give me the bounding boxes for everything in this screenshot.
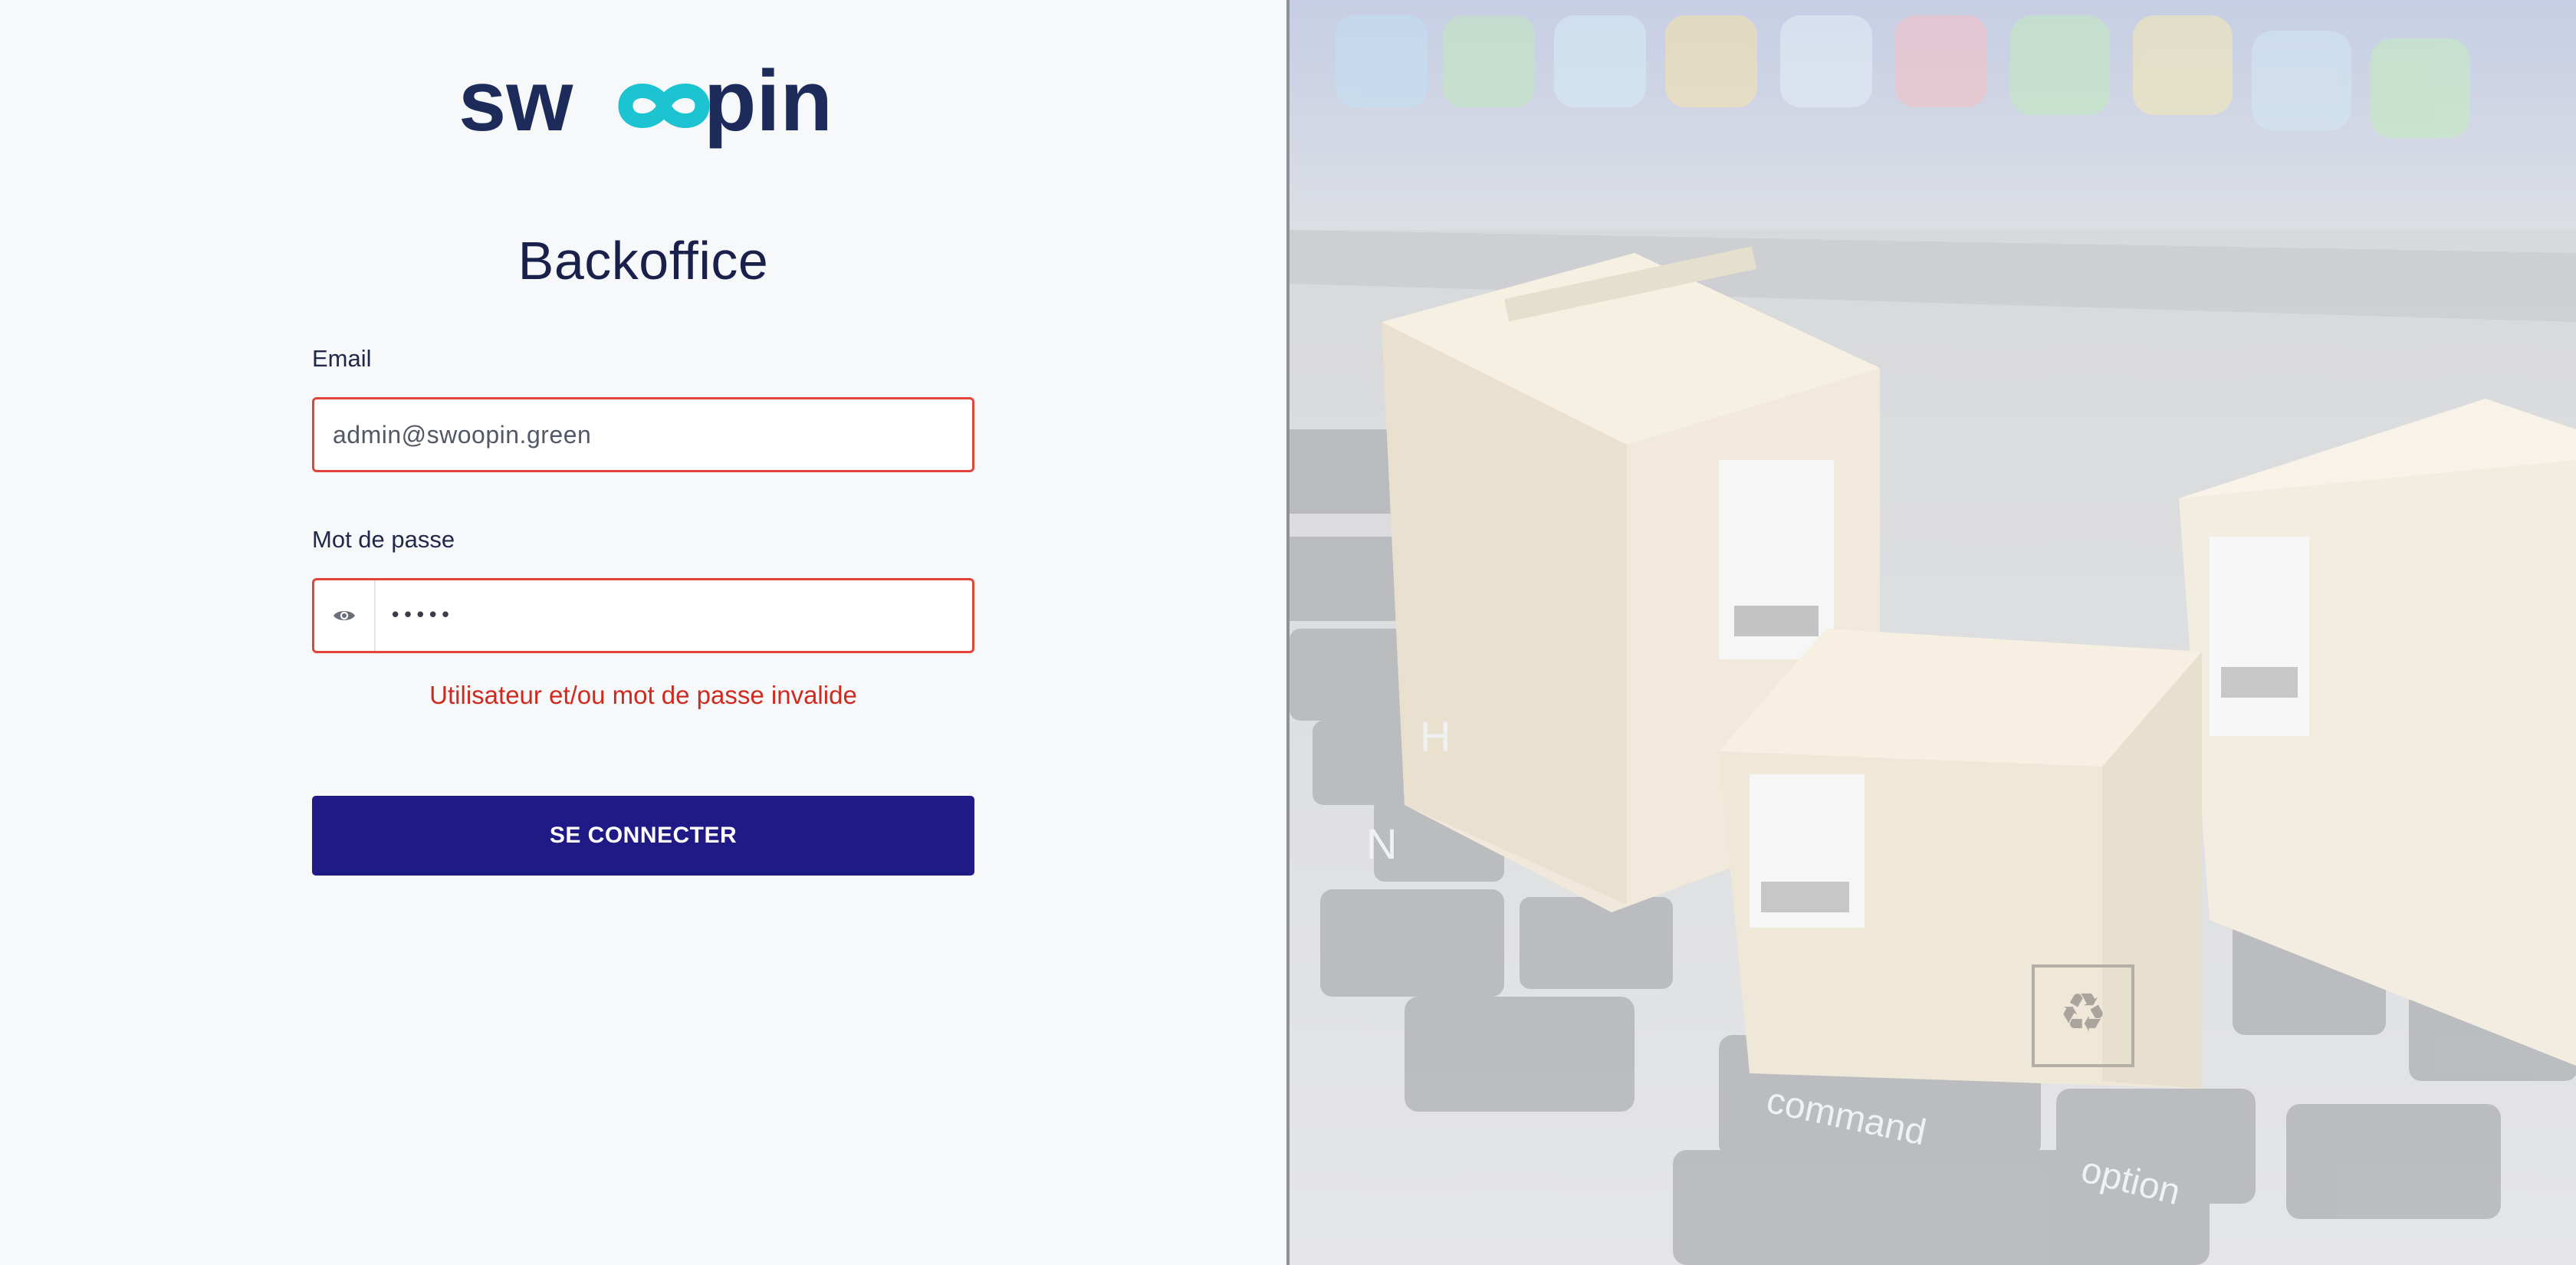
error-message: Utilisateur et/ou mot de passe invalide [429, 681, 857, 709]
email-field[interactable] [314, 399, 972, 470]
hero-image: ♻ command option N H [1290, 0, 2576, 1265]
password-field[interactable] [376, 580, 972, 651]
email-field-wrapper [312, 397, 974, 472]
password-label: Mot de passe [312, 526, 455, 553]
svg-text:sw: sw [458, 60, 573, 149]
login-panel: sw pin swoopin Backoffice Email Mot de p… [0, 0, 1286, 1265]
password-field-wrapper [312, 578, 974, 653]
swoopin-logo: sw pin swoopin [458, 60, 831, 149]
login-page: sw pin swoopin Backoffice Email Mot de p… [0, 0, 2576, 1265]
page-title: Backoffice [518, 231, 769, 291]
email-label: Email [312, 345, 372, 372]
packages-illustration: ♻ command option N H [1290, 0, 2576, 1265]
svg-text:pin: pin [704, 60, 831, 149]
show-password-toggle[interactable] [314, 580, 376, 651]
login-button[interactable]: SE CONNECTER [312, 796, 974, 876]
eye-icon [334, 611, 355, 620]
